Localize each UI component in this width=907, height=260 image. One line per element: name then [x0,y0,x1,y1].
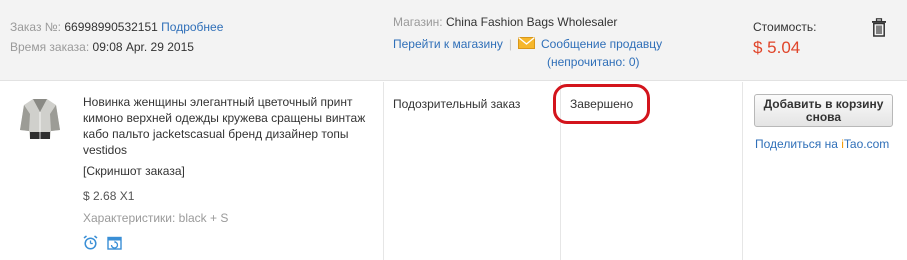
order-snapshot-link[interactable]: [Скриншот заказа] [83,163,383,179]
item-action-icons [83,235,131,253]
go-to-store-link[interactable]: Перейти к магазину [393,37,503,51]
order-number-row: Заказ №: 66998990532151 Подробнее [10,17,223,37]
order-header: Заказ №: 66998990532151 Подробнее Время … [0,0,907,81]
message-seller-link[interactable]: Сообщение продавцу [541,37,662,51]
add-to-cart-again-button[interactable]: Добавить в корзину снова [754,94,893,127]
order-time-row: Время заказа: 09:08 Apr. 29 2015 [10,37,223,57]
store-info: Магазин: China Fashion Bags Wholesaler П… [393,12,662,69]
item-attributes: Характеристики: black + S [83,211,229,225]
unread-messages-link[interactable]: (непрочитано: 0) [547,52,640,72]
store-links-row: Перейти к магазину | Сообщение продавцу (н… [393,34,662,69]
item-title-link[interactable]: Новинка женщины элегантный цветочный при… [83,94,383,158]
refresh-calendar-icon[interactable] [107,235,122,250]
order-cost: Стоимость: $ 5.04 [753,19,816,58]
order-number-label: Заказ №: [10,20,62,34]
order-item-row: Новинка женщины элегантный цветочный при… [0,82,907,260]
share-brand-tao: Tao [843,137,864,151]
order-number: 66998990532151 [64,20,158,34]
share-itao-link[interactable]: Поделиться на iTao.com [755,137,889,151]
unit-price: $ 2.68 X1 [83,189,135,203]
share-prefix: Поделиться на [755,137,842,151]
order-status: Завершено [570,97,634,111]
order-time-label: Время заказа: [10,40,90,54]
column-divider [383,82,384,260]
trash-icon[interactable] [871,18,887,37]
cost-label: Стоимость: [753,20,817,34]
order-details-link[interactable]: Подробнее [161,20,223,34]
store-name-row: Магазин: China Fashion Bags Wholesaler [393,12,662,32]
cost-value: $ 5.04 [753,38,801,57]
alarm-clock-icon[interactable] [83,235,98,250]
order-time: 09:08 Apr. 29 2015 [92,40,194,54]
share-suffix: .com [863,137,890,151]
order-meta: Заказ №: 66998990532151 Подробнее Время … [10,17,223,57]
suspicious-order-label: Подозрительный заказ [393,97,521,111]
column-divider [742,82,743,260]
store-name: China Fashion Bags Wholesaler [445,15,618,29]
link-separator: | [508,37,512,51]
mail-icon[interactable] [518,37,535,49]
store-label: Магазин: [393,15,443,29]
product-thumbnail[interactable] [18,96,62,140]
item-info: Новинка женщины элегантный цветочный при… [83,94,383,226]
